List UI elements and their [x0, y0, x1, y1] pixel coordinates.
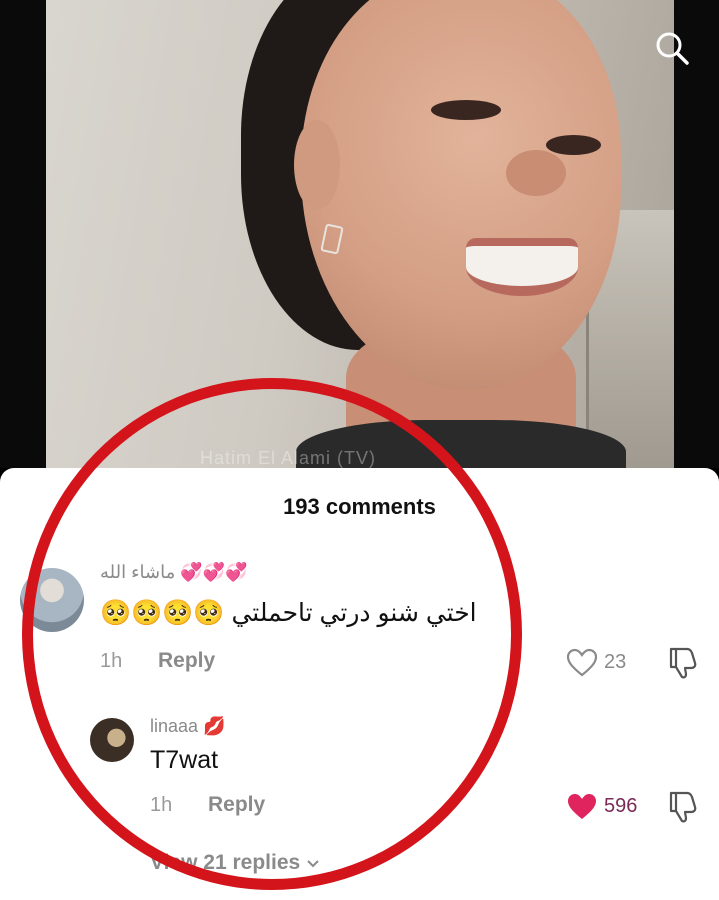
chevron-down-icon: [307, 860, 319, 868]
heart-filled-icon: [568, 794, 596, 819]
video-player[interactable]: Hatim El Alami (TV): [0, 0, 719, 468]
comments-panel: 193 comments ماشاء الله 💞💞💞 اختي شنو درت…: [0, 468, 719, 900]
like-button[interactable]: [566, 792, 598, 827]
view-replies-label: View 21 replies: [150, 851, 301, 874]
username-emoji: 💞💞💞: [180, 562, 248, 582]
reply-button[interactable]: Reply: [208, 793, 265, 817]
person-ear: [294, 120, 340, 210]
thumbs-down-icon: [669, 791, 697, 823]
search-button[interactable]: [652, 28, 692, 68]
person-mouth: [466, 238, 578, 296]
comment-text: اختي شنو درتي تاحملتي 🥺🥺🥺🥺: [100, 599, 477, 627]
avatar[interactable]: [20, 568, 84, 632]
search-icon: [656, 32, 689, 65]
video-frame: [46, 0, 674, 468]
person-eye-left: [431, 100, 501, 120]
avatar[interactable]: [90, 718, 134, 762]
username-text: linaaa: [150, 716, 199, 736]
comment-username[interactable]: linaaa 💋: [150, 716, 225, 737]
person-eye-right: [546, 135, 601, 155]
like-count: 596: [604, 795, 638, 817]
reply-button[interactable]: Reply: [158, 649, 215, 673]
video-watermark: Hatim El Alami (TV): [200, 448, 377, 468]
comment-time: 1h: [100, 650, 123, 672]
dislike-button[interactable]: [667, 790, 699, 829]
username-text: ماشاء الله: [100, 562, 176, 582]
like-button[interactable]: [566, 648, 598, 683]
username-emoji: 💋: [203, 716, 226, 736]
thumbs-down-icon: [669, 647, 697, 679]
comment-username[interactable]: ماشاء الله 💞💞💞: [100, 562, 248, 583]
like-count: 23: [604, 651, 627, 673]
view-replies-button[interactable]: View 21 replies: [150, 851, 320, 875]
comments-count: 193 comments: [283, 494, 436, 519]
dislike-button[interactable]: [667, 646, 699, 685]
person-nose: [506, 150, 566, 196]
heart-outline-icon: [566, 648, 598, 677]
comment-text: T7wat: [150, 746, 219, 774]
comment-time: 1h: [150, 794, 173, 816]
